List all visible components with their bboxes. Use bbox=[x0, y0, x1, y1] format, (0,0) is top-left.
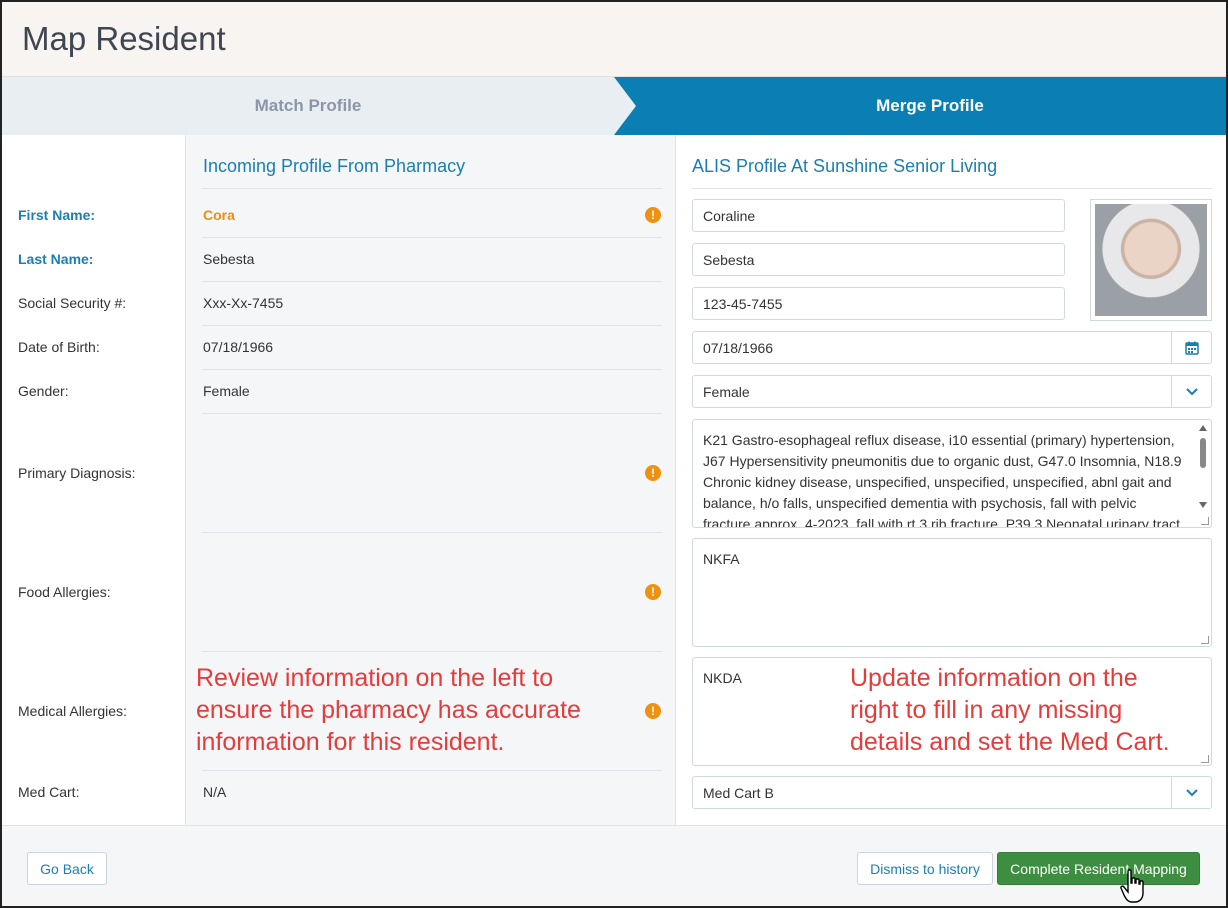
resize-handle-icon[interactable] bbox=[1201, 755, 1209, 763]
label-med-cart: Med Cart: bbox=[18, 784, 80, 800]
incoming-ssn: Xxx-Xx-7455 bbox=[203, 295, 284, 311]
incoming-gender: Female bbox=[203, 383, 250, 399]
incoming-first-name: Cora bbox=[203, 207, 235, 223]
warning-icon: ! bbox=[645, 207, 661, 223]
chevron-down-icon[interactable] bbox=[1171, 376, 1211, 407]
label-primary-diagnosis: Primary Diagnosis: bbox=[18, 465, 136, 481]
step-merge-profile[interactable]: Merge Profile bbox=[614, 77, 1226, 135]
label-first-name: First Name: bbox=[18, 207, 96, 223]
field-labels-column: First Name: Last Name: Social Security #… bbox=[2, 135, 186, 825]
resize-handle-icon[interactable] bbox=[1201, 636, 1209, 644]
alis-profile-column: ALIS Profile At Sunshine Senior Living C… bbox=[676, 135, 1226, 825]
step-wizard: Match Profile Merge Profile bbox=[2, 77, 1226, 135]
footer-bar: Go Back Dismiss to history Complete Resi… bbox=[2, 825, 1226, 906]
incoming-profile-title: Incoming Profile From Pharmacy bbox=[203, 156, 466, 176]
warning-icon: ! bbox=[645, 703, 661, 719]
step-merge-profile-label: Merge Profile bbox=[876, 96, 984, 115]
step-match-profile[interactable]: Match Profile bbox=[2, 77, 614, 135]
ssn-input[interactable]: 123-45-7455 bbox=[692, 287, 1065, 320]
label-ssn: Social Security #: bbox=[18, 295, 127, 311]
label-dob: Date of Birth: bbox=[18, 339, 100, 355]
annotation-line: ensure the pharmacy has accurate bbox=[196, 696, 581, 724]
page-title: Map Resident bbox=[22, 20, 226, 57]
divider bbox=[202, 281, 662, 282]
annotation-line: information for this resident. bbox=[196, 728, 505, 756]
divider bbox=[202, 325, 662, 326]
divider bbox=[202, 369, 662, 370]
alis-profile-title: ALIS Profile At Sunshine Senior Living bbox=[692, 156, 998, 176]
dob-input[interactable]: 07/18/1966 bbox=[692, 331, 1212, 364]
divider bbox=[202, 770, 662, 771]
hand-cursor-icon bbox=[1120, 869, 1144, 903]
gender-select[interactable]: Female bbox=[692, 375, 1212, 408]
page-header: Map Resident bbox=[2, 2, 1226, 77]
divider bbox=[202, 237, 662, 238]
avatar bbox=[1095, 204, 1207, 316]
warning-icon: ! bbox=[645, 465, 661, 481]
annotation-line: Update information on the bbox=[850, 664, 1138, 692]
complete-resident-mapping-button[interactable]: Complete Resident Mapping bbox=[997, 852, 1200, 885]
warning-icon: ! bbox=[645, 584, 661, 600]
incoming-med-cart: N/A bbox=[203, 784, 227, 800]
calendar-icon[interactable] bbox=[1171, 332, 1211, 363]
divider bbox=[202, 188, 662, 189]
annotation-right: Update information on the right to fill … bbox=[850, 662, 1170, 758]
med-cart-select[interactable]: Med Cart B bbox=[692, 776, 1212, 809]
scroll-down-icon[interactable] bbox=[1199, 502, 1207, 508]
dismiss-to-history-button[interactable]: Dismiss to history bbox=[857, 852, 993, 885]
resize-handle-icon[interactable] bbox=[1201, 517, 1209, 525]
scroll-up-icon[interactable] bbox=[1199, 425, 1207, 431]
incoming-last-name: Sebesta bbox=[203, 251, 255, 267]
label-medical-allergies: Medical Allergies: bbox=[18, 703, 127, 719]
label-last-name: Last Name: bbox=[18, 251, 94, 267]
scroll-thumb[interactable] bbox=[1200, 438, 1206, 468]
annotation-line: details and set the Med Cart. bbox=[850, 728, 1170, 756]
label-food-allergies: Food Allergies: bbox=[18, 584, 111, 600]
divider bbox=[692, 188, 1212, 189]
primary-diagnosis-textarea[interactable]: K21 Gastro-esophageal reflux disease, i1… bbox=[692, 419, 1212, 528]
go-back-button[interactable]: Go Back bbox=[27, 852, 107, 885]
annotation-left: Review information on the left to ensure… bbox=[196, 662, 581, 758]
label-gender: Gender: bbox=[18, 383, 69, 399]
divider bbox=[202, 532, 662, 533]
first-name-input[interactable]: Coraline bbox=[692, 199, 1065, 232]
divider bbox=[202, 651, 662, 652]
food-allergies-textarea[interactable]: NKFA bbox=[692, 538, 1212, 647]
textarea-scrollbar[interactable] bbox=[1197, 422, 1209, 526]
incoming-dob: 07/18/1966 bbox=[203, 339, 274, 355]
incoming-profile-column: Incoming Profile From Pharmacy Cora ! Se… bbox=[186, 135, 676, 825]
divider bbox=[202, 413, 662, 414]
map-resident-window: Map Resident Match Profile Merge Profile… bbox=[0, 0, 1228, 908]
resident-photo[interactable] bbox=[1090, 199, 1212, 321]
annotation-line: Review information on the left to bbox=[196, 664, 554, 692]
last-name-input[interactable]: Sebesta bbox=[692, 243, 1065, 276]
annotation-line: right to fill in any missing bbox=[850, 696, 1123, 724]
chevron-down-icon[interactable] bbox=[1171, 777, 1211, 808]
